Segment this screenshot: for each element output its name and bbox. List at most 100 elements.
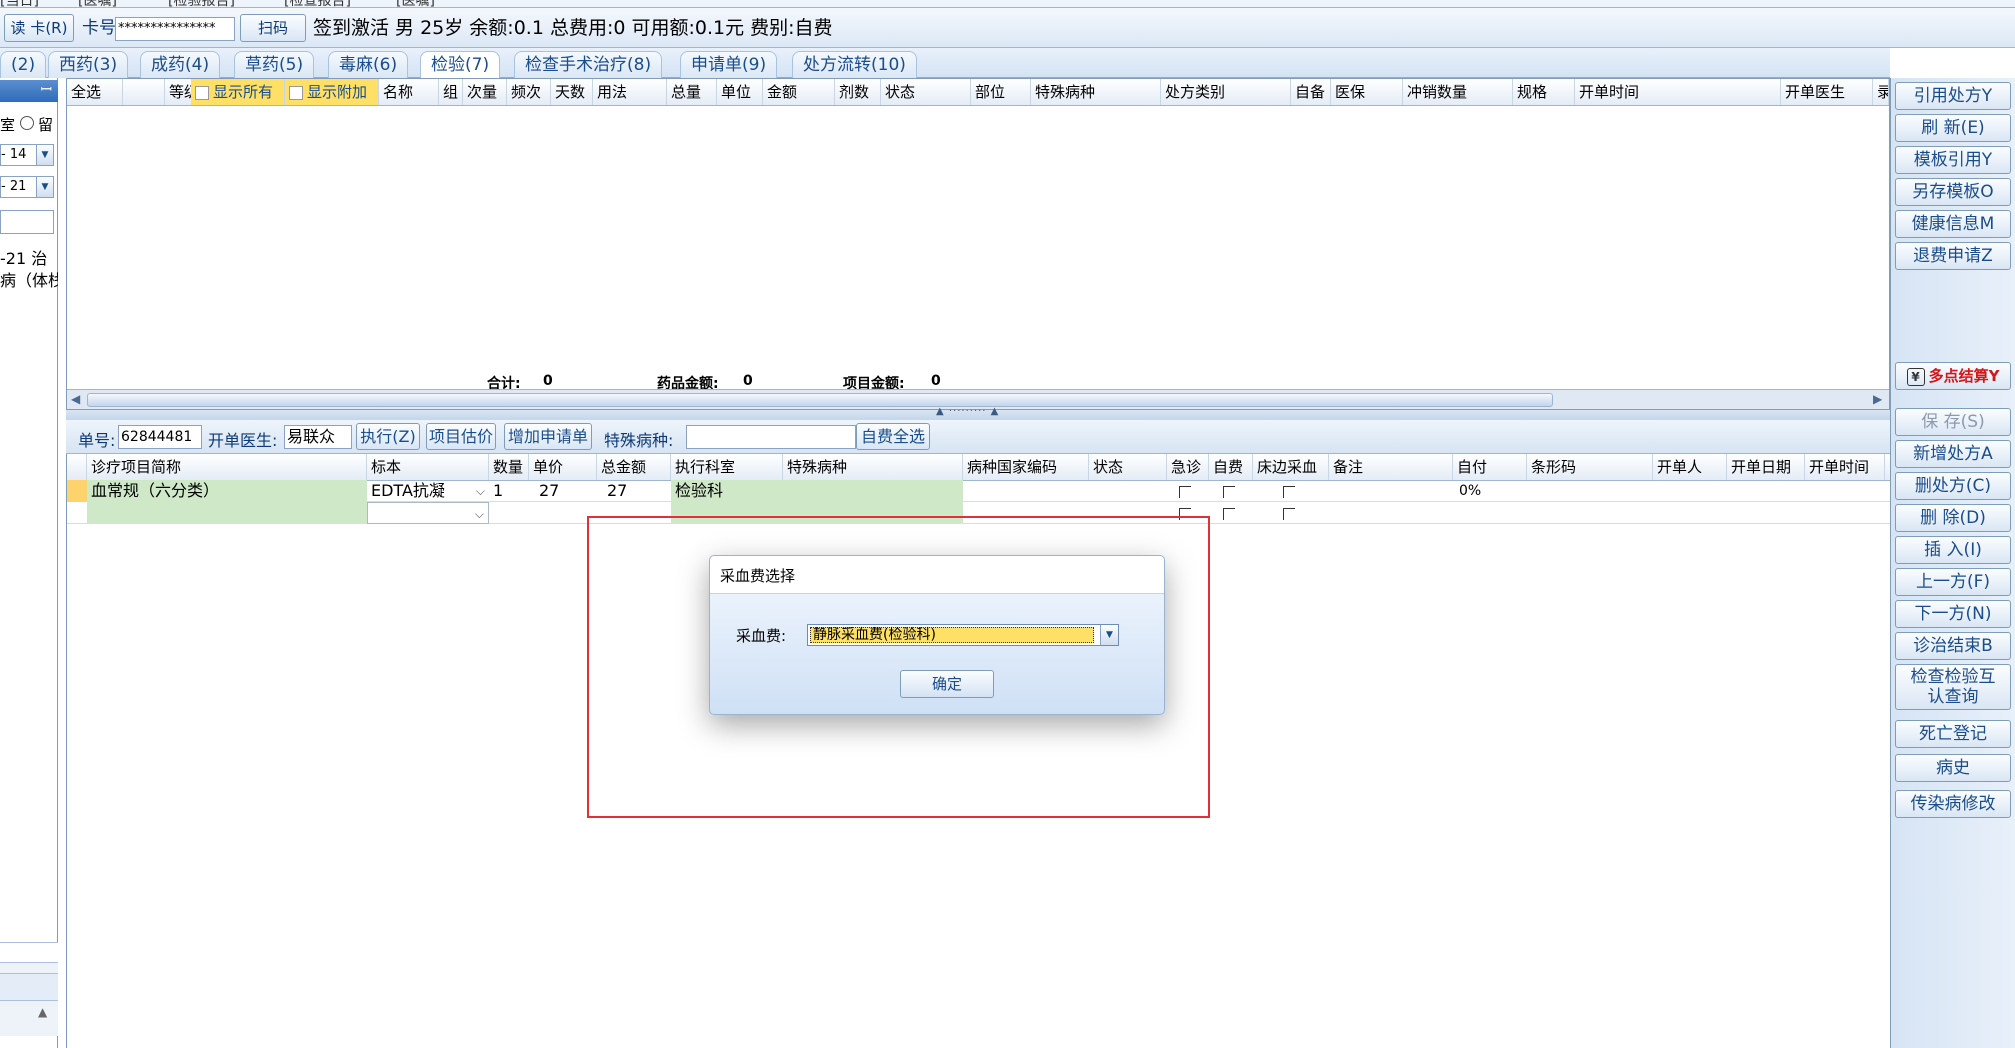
bedside-blood-checkbox[interactable]	[1283, 486, 1295, 498]
mutual-recognition-query-button[interactable]: 检查检验互认查询	[1895, 664, 2011, 710]
specimen-value: EDTA抗凝	[371, 481, 445, 500]
header-select-all[interactable]: 全选	[67, 79, 123, 105]
order-no-label: 单号:	[78, 431, 116, 450]
cell-unit-price: 27	[539, 481, 560, 500]
multi-settle-button[interactable]: ¥ 多点结算Y	[1895, 362, 2011, 390]
refresh-button[interactable]: 刷 新(E)	[1895, 114, 2011, 142]
scroll-up-icon[interactable]: ▲	[38, 1005, 47, 1019]
health-info-button[interactable]: 健康信息M	[1895, 210, 2011, 238]
finish-visit-button[interactable]: 诊治结束B	[1895, 632, 2011, 660]
tab-2[interactable]: (2)	[0, 51, 47, 78]
header-entry: 录入	[1873, 79, 1889, 105]
room-radio-label: 室	[0, 116, 16, 134]
date-from-input[interactable]: - 14 ▼	[0, 144, 54, 166]
show-all-checkbox[interactable]: 显示所有	[191, 79, 285, 105]
tab-exam-surgery[interactable]: 检查手术治疗(8)	[514, 51, 663, 78]
chevron-down-icon[interactable]: ⌵	[476, 480, 485, 502]
medical-history-button[interactable]: 病史	[1895, 754, 2011, 782]
scroll-right-icon[interactable]: ▶	[1873, 392, 1882, 406]
delete-button[interactable]: 删 除(D)	[1895, 504, 2011, 532]
checkbox-icon[interactable]	[195, 85, 209, 100]
doctor-input[interactable]: 易联众	[284, 425, 352, 449]
checkbox-icon[interactable]	[289, 85, 303, 100]
menu-item-exam-report[interactable]: [检查报告]	[284, 0, 351, 7]
splitter-grip-icon[interactable]: ▲ ········· ▲	[936, 406, 999, 417]
chevron-down-icon[interactable]: ▼	[36, 145, 53, 165]
blood-fee-dialog: 采血费选择 采血费: 静脉采血费(检验科) ▼ 确定	[709, 555, 1165, 715]
scroll-left-icon[interactable]: ◀	[71, 392, 80, 406]
estimate-button[interactable]: 项目估价	[426, 423, 496, 450]
blood-fee-select[interactable]: 静脉采血费(检验科) ▼	[807, 624, 1119, 646]
scrollbar-thumb[interactable]	[87, 393, 1553, 407]
item-amount-value: 0	[931, 373, 941, 389]
cell-special-disease[interactable]	[783, 480, 963, 502]
save-template-button[interactable]: 另存模板O	[1895, 178, 2011, 206]
next-prescription-button[interactable]: 下一方(N)	[1895, 600, 2011, 628]
header-order-time: 开单时间	[1805, 454, 1885, 480]
tab-western-medicine[interactable]: 西药(3)	[48, 51, 129, 78]
chevron-down-icon[interactable]: ▼	[36, 177, 53, 197]
order-no-input[interactable]: 62844481	[118, 425, 202, 449]
cell-item-name[interactable]: 血常规（六分类）	[87, 480, 367, 502]
chevron-down-icon[interactable]: ⌵	[475, 503, 484, 523]
self-pay-checkbox[interactable]	[1223, 486, 1235, 498]
save-button[interactable]: 保 存(S)	[1895, 408, 2011, 436]
tab-prescription-flow[interactable]: 处方流转(10)	[792, 51, 917, 78]
splitter-handle[interactable]: ▲ ········· ▲	[66, 406, 1890, 420]
show-extra-checkbox[interactable]: 显示附加	[285, 79, 379, 105]
dialog-titlebar: 采血费选择	[710, 556, 1164, 594]
menu-item-order[interactable]: [医嘱]	[78, 0, 117, 7]
tab-narcotics[interactable]: 毒麻(6)	[328, 51, 409, 78]
new-prescription-button[interactable]: 新增处方A	[1895, 440, 2011, 468]
menu-item-day[interactable]: [当日]	[0, 0, 39, 7]
confirm-button[interactable]: 确定	[900, 670, 994, 698]
self-pay-all-button[interactable]: 自费全选	[856, 423, 930, 450]
tab-request-form[interactable]: 申请单(9)	[680, 51, 778, 78]
tab-patent-medicine[interactable]: 成药(4)	[140, 51, 221, 78]
delete-prescription-button[interactable]: 删处方(C)	[1895, 472, 2011, 500]
chevron-down-icon[interactable]: ▼	[1100, 625, 1118, 645]
template-reference-button[interactable]: 模板引用Y	[1895, 146, 2011, 174]
cell-quantity[interactable]: 1	[489, 480, 529, 502]
read-card-button[interactable]: 读 卡(R)	[4, 14, 74, 42]
multi-settle-label: 多点结算Y	[1928, 367, 2000, 385]
stay-radio-label: 留	[38, 116, 54, 134]
card-no-input[interactable]: ***************	[115, 17, 235, 41]
cell-specimen-empty[interactable]: ⌵	[367, 502, 489, 524]
death-registration-button[interactable]: 死亡登记	[1895, 720, 2011, 748]
cell-specimen[interactable]: EDTA抗凝 ⌵	[367, 480, 489, 502]
header-bedside-blood: 床边采血	[1253, 454, 1329, 480]
insert-button[interactable]: 插 入(I)	[1895, 536, 2011, 564]
cell-item-name-empty[interactable]	[87, 502, 367, 524]
header-disease-code: 病种国家编码	[963, 454, 1089, 480]
tab-lab-test[interactable]: 检验(7)	[420, 51, 501, 79]
visit-history-entry[interactable]: -21 治 病（体栈	[0, 248, 58, 292]
emergency-checkbox[interactable]	[1179, 486, 1191, 498]
pin-icon[interactable]: ꟷ	[41, 80, 52, 99]
tab-herbal-medicine[interactable]: 草药(5)	[234, 51, 315, 78]
previous-prescription-button[interactable]: 上一方(F)	[1895, 568, 2011, 596]
special-disease-input[interactable]	[686, 425, 856, 449]
header-orderer: 开单人	[1653, 454, 1727, 480]
execute-button[interactable]: 执行(Z)	[356, 423, 420, 450]
header-total-qty: 总量	[667, 79, 717, 105]
stay-radio-button[interactable]	[20, 116, 34, 130]
header-status: 状态	[881, 79, 971, 105]
bedside-blood-checkbox[interactable]	[1283, 508, 1295, 520]
menu-item-order-2[interactable]: [医嘱]	[396, 0, 435, 7]
table-row[interactable]: 血常规（六分类） EDTA抗凝 ⌵ 1 27 27 检验科 0%	[67, 480, 1891, 502]
left-search-input[interactable]	[0, 210, 54, 234]
date-to-input[interactable]: - 21 ▼	[0, 176, 54, 198]
menu-item-lab-report[interactable]: [检验报告]	[168, 0, 235, 7]
refund-request-button[interactable]: 退费申请Z	[1895, 242, 2011, 270]
scan-button[interactable]: 扫码	[240, 14, 306, 42]
infectious-disease-edit-button[interactable]: 传染病修改	[1895, 790, 2011, 818]
left-lower-row	[0, 943, 58, 963]
cell-self-ratio: 0%	[1459, 483, 1482, 499]
header-quantity: 数量	[489, 454, 529, 480]
self-pay-checkbox[interactable]	[1223, 508, 1235, 520]
add-request-button[interactable]: 增加申请单	[504, 423, 592, 450]
reference-prescription-button[interactable]: 引用处方Y	[1895, 82, 2011, 110]
cell-exec-dept[interactable]: 检验科	[671, 480, 783, 502]
action-sidebar: 引用处方Y 刷 新(E) 模板引用Y 另存模板O 健康信息M 退费申请Z ¥ 多点…	[1890, 78, 2015, 1048]
